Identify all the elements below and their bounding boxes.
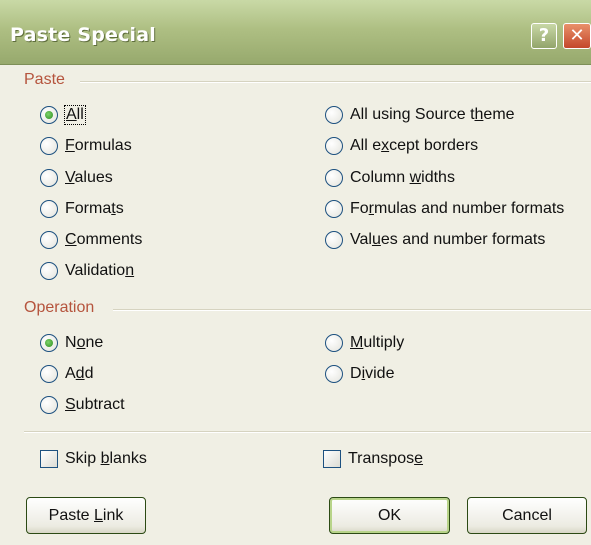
skip-blanks-checkbox[interactable]: Skip blanks <box>40 447 147 471</box>
button-label: OK <box>377 506 402 524</box>
close-icon: ✕ <box>569 25 585 46</box>
option-label: Column widths <box>350 169 455 186</box>
paste-comments-option[interactable]: Comments <box>40 228 142 252</box>
operation-subtract-option[interactable]: Subtract <box>40 393 125 417</box>
radio-icon <box>325 169 343 187</box>
paste-all-using-source-theme-option[interactable]: All using Source theme <box>325 103 515 127</box>
radio-icon <box>40 200 58 218</box>
option-label: Divide <box>350 365 395 382</box>
option-label: Validation <box>65 262 135 279</box>
paste-values-number-formats-option[interactable]: Values and number formats <box>325 228 545 252</box>
radio-icon <box>325 231 343 249</box>
radio-icon <box>325 137 343 155</box>
help-button[interactable]: ? <box>531 23 557 49</box>
option-label: Skip blanks <box>65 450 147 467</box>
radio-icon <box>40 262 58 280</box>
section-divider <box>24 431 591 433</box>
operation-multiply-option[interactable]: Multiply <box>325 331 404 355</box>
paste-all-option[interactable]: All <box>40 103 86 127</box>
option-label: Values and number formats <box>350 231 546 248</box>
close-button[interactable]: ✕ <box>563 23 591 49</box>
paste-formulas-option[interactable]: Formulas <box>40 134 132 158</box>
paste-group-heading: Paste <box>24 71 65 88</box>
radio-icon <box>325 200 343 218</box>
option-label: All <box>64 105 86 125</box>
radio-selected-icon <box>40 106 58 124</box>
paste-column-widths-option[interactable]: Column widths <box>325 166 455 190</box>
operation-divide-option[interactable]: Divide <box>325 362 394 386</box>
option-label: Formulas and number formats <box>350 200 565 217</box>
option-label: Subtract <box>65 396 125 413</box>
operation-add-option[interactable]: Add <box>40 362 93 386</box>
radio-icon <box>40 137 58 155</box>
operation-none-option[interactable]: None <box>40 331 103 355</box>
option-label: Formats <box>65 200 124 217</box>
option-label: Formulas <box>65 137 132 154</box>
option-label: Comments <box>65 231 143 248</box>
paste-group-rule <box>80 81 591 83</box>
radio-icon <box>40 365 58 383</box>
cancel-button[interactable]: Cancel <box>467 497 587 534</box>
option-label: Values <box>65 169 113 186</box>
title-bar[interactable]: Paste Special ? ✕ <box>0 0 591 65</box>
paste-link-button[interactable]: Paste Link <box>26 497 146 534</box>
ok-button[interactable]: OK <box>329 497 450 534</box>
radio-icon <box>40 169 58 187</box>
radio-icon <box>325 365 343 383</box>
paste-all-except-borders-option[interactable]: All except borders <box>325 134 478 158</box>
radio-selected-icon <box>40 334 58 352</box>
radio-icon <box>325 106 343 124</box>
help-icon: ? <box>538 25 550 46</box>
button-label: Cancel <box>502 506 552 524</box>
operation-group-heading: Operation <box>24 299 95 316</box>
option-label: All except borders <box>350 137 479 154</box>
option-label: All using Source theme <box>350 106 515 123</box>
checkbox-icon <box>323 450 341 468</box>
transpose-checkbox[interactable]: Transpose <box>323 447 423 471</box>
paste-formats-option[interactable]: Formats <box>40 197 124 221</box>
option-label: Transpose <box>348 450 424 467</box>
paste-values-option[interactable]: Values <box>40 166 113 190</box>
operation-group-rule <box>113 309 591 311</box>
window-title: Paste Special <box>10 24 157 46</box>
option-label: Multiply <box>350 334 405 351</box>
radio-icon <box>40 231 58 249</box>
option-label: None <box>65 334 104 351</box>
option-label: Add <box>65 365 94 382</box>
radio-icon <box>325 334 343 352</box>
checkbox-icon <box>40 450 58 468</box>
button-label: Paste Link <box>48 506 124 524</box>
radio-icon <box>40 396 58 414</box>
paste-formulas-number-formats-option[interactable]: Formulas and number formats <box>325 197 564 221</box>
paste-validation-option[interactable]: Validation <box>40 259 134 283</box>
